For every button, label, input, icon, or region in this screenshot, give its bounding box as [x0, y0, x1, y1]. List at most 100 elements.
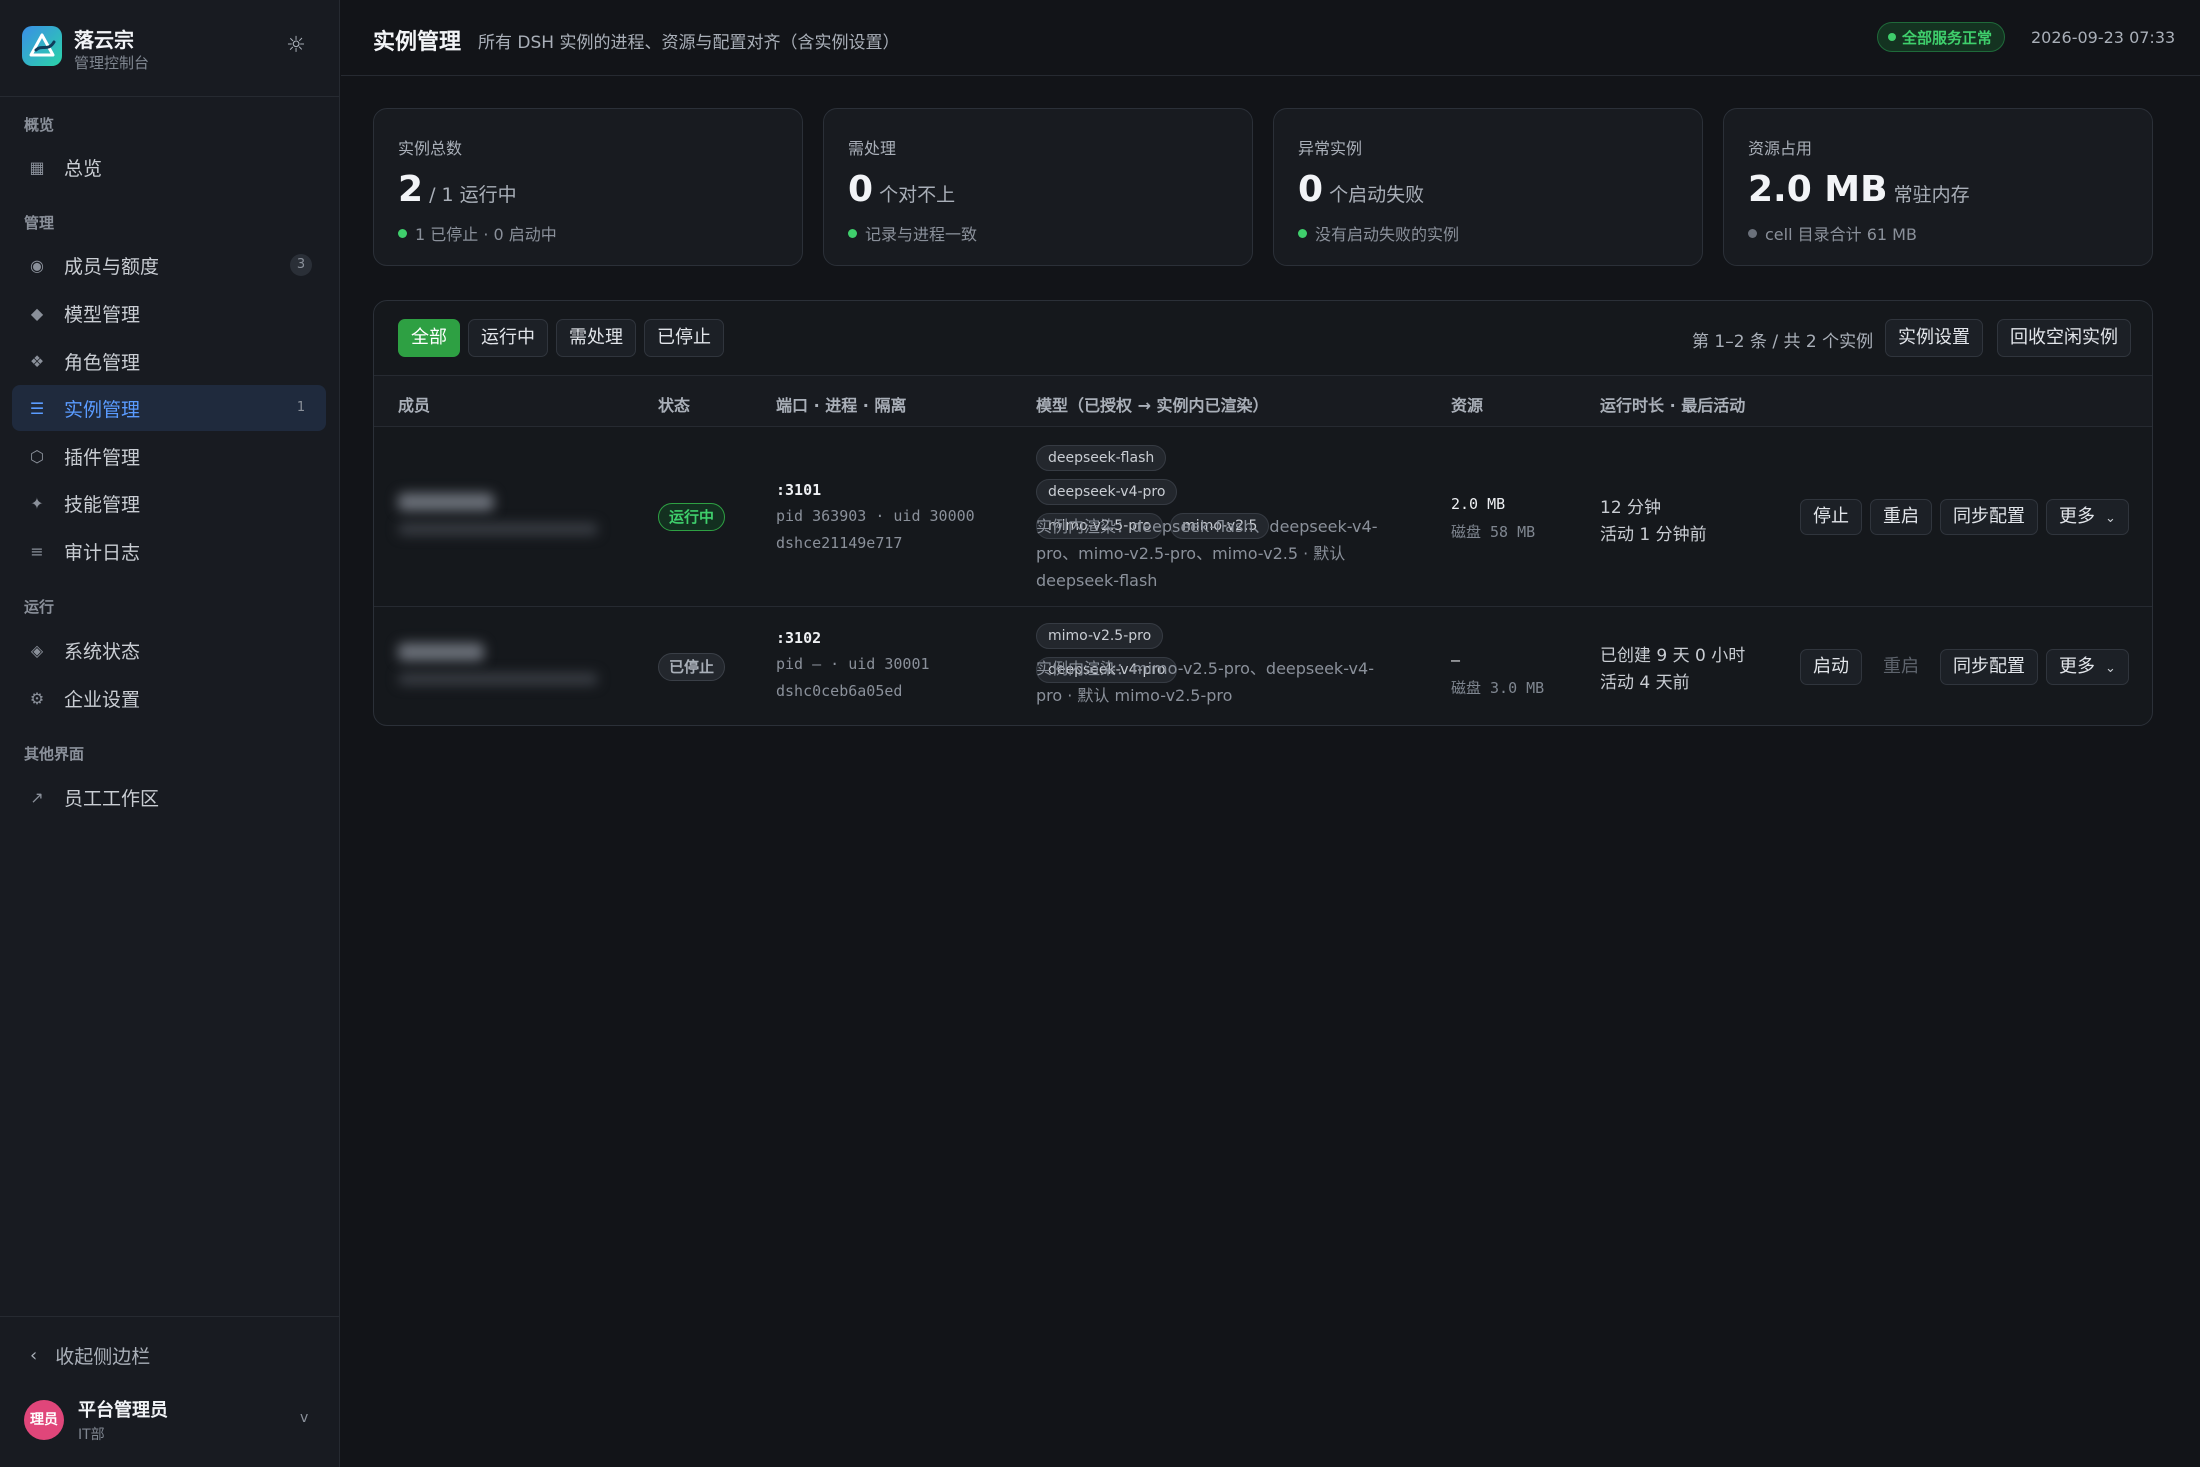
- filter-stopped[interactable]: 已停止: [644, 319, 724, 357]
- filter-running[interactable]: 运行中: [468, 319, 548, 357]
- collapse-sidebar-button[interactable]: ‹ 收起侧边栏: [30, 1342, 150, 1369]
- card-big-number: 2: [398, 169, 424, 210]
- memory-usage: 2.0 MB: [1451, 495, 1506, 513]
- sidebar-item-label: 员工工作区: [64, 787, 160, 810]
- restart-button[interactable]: 重启: [1870, 499, 1932, 535]
- instance-settings-button[interactable]: 实例设置: [1885, 319, 1983, 357]
- reclaim-idle-button[interactable]: 回收空闲实例: [1997, 319, 2131, 357]
- sidebar-bottom-divider: [0, 1316, 340, 1317]
- isolation-id: dshc0ceb6a05ed: [776, 682, 903, 700]
- sidebar-item-label: 企业设置: [64, 688, 141, 711]
- card-label: 需处理: [848, 139, 897, 158]
- status-badge-stopped: 已停止: [658, 653, 726, 681]
- sidebar: 落云宗 管理控制台 ☼ 概览 ▦ 总览 管理 ◉ 成员与额度 3 ◆ 模型管理 …: [0, 0, 340, 1467]
- card-note: 记录与进程一致: [848, 221, 977, 245]
- lines-icon: ≡: [30, 541, 44, 561]
- page-description: 所有 DSH 实例的进程、资源与配置对齐（含实例设置）: [478, 33, 900, 53]
- sidebar-item-plugins[interactable]: ⬡ 插件管理: [12, 433, 326, 479]
- card-unit: 常驻内存: [1893, 184, 1970, 206]
- brand-subtitle: 管理控制台: [74, 54, 150, 72]
- sidebar-item-system-status[interactable]: ◈ 系统状态: [12, 627, 326, 673]
- filter-all[interactable]: 全部: [398, 319, 460, 357]
- user-menu[interactable]: 理员 平台管理员 IT部 v: [24, 1396, 324, 1446]
- card-unit: 个启动失败: [1329, 184, 1425, 206]
- column-header-member: 成员: [398, 396, 431, 415]
- card-note-text: cell 目录合计 61 MB: [1765, 225, 1917, 244]
- status-text: 全部服务正常: [1902, 28, 1993, 47]
- sidebar-item-audit-log[interactable]: ≡ 审计日志: [12, 528, 326, 574]
- brand-logo-icon: [22, 26, 62, 66]
- count-badge: 1: [296, 400, 306, 415]
- hexagon-icon: ⬡: [30, 446, 44, 466]
- sidebar-item-models[interactable]: ◆ 模型管理: [12, 290, 326, 336]
- table-row: 已停止 :3102 pid — · uid 30001 dshc0ceb6a05…: [374, 607, 2152, 725]
- arrow-out-icon: ↗: [30, 787, 44, 807]
- sidebar-item-label: 审计日志: [64, 541, 141, 564]
- card-label: 实例总数: [398, 139, 463, 158]
- memory-usage: —: [1451, 651, 1461, 669]
- sidebar-item-staff-workspace[interactable]: ↗ 员工工作区: [12, 774, 326, 820]
- more-button[interactable]: 更多 ⌄: [2046, 649, 2129, 685]
- start-button[interactable]: 启动: [1800, 649, 1862, 685]
- status-dot-icon: [1888, 33, 1896, 41]
- green-dot-icon: [398, 228, 407, 238]
- brand: 落云宗 管理控制台 ☼: [22, 24, 322, 76]
- card-value: 0 个启动失败: [1298, 169, 1424, 210]
- sync-config-button[interactable]: 同步配置: [1940, 649, 2038, 685]
- card-note-text: 1 已停止 · 0 启动中: [415, 225, 557, 244]
- column-header-models: 模型（已授权 → 实例内已渲染）: [1036, 396, 1269, 415]
- card-note: 没有启动失败的实例: [1298, 221, 1459, 245]
- header-timestamp: 2026-09-23 07:33: [2031, 28, 2176, 47]
- model-tag: mimo-v2.5-pro: [1036, 623, 1164, 649]
- stop-button[interactable]: 停止: [1800, 499, 1862, 535]
- sidebar-item-label: 总览: [64, 157, 103, 180]
- sync-config-button[interactable]: 同步配置: [1940, 499, 2038, 535]
- sidebar-item-instances[interactable]: ☰ 实例管理 1: [12, 385, 326, 431]
- filter-tabs: 全部 运行中 需处理 已停止: [398, 319, 732, 357]
- disk-usage: 磁盘 3.0 MB: [1451, 679, 1545, 697]
- instance-port: :3101: [776, 481, 822, 499]
- created-time: 已创建 9 天 0 小时: [1600, 646, 1746, 666]
- filter-needs-action[interactable]: 需处理: [556, 319, 636, 357]
- column-header-status: 状态: [658, 396, 691, 415]
- table-header: 成员 状态 端口 · 进程 · 隔离 模型（已授权 → 实例内已渲染） 资源 运…: [374, 375, 2152, 427]
- instance-port: :3102: [776, 629, 822, 647]
- section-title-runtime: 运行: [24, 598, 55, 616]
- sidebar-item-label: 系统状态: [64, 640, 141, 663]
- table-row: 运行中 :3101 pid 363903 · uid 30000 dshce21…: [374, 427, 2152, 607]
- sun-gear-icon[interactable]: ☼: [284, 34, 308, 58]
- card-note: cell 目录合计 61 MB: [1748, 221, 1917, 245]
- collapse-label: 收起侧边栏: [55, 1346, 151, 1368]
- sidebar-item-enterprise-settings[interactable]: ⚙ 企业设置: [12, 675, 326, 721]
- sidebar-item-roles[interactable]: ❖ 角色管理: [12, 338, 326, 384]
- sidebar-item-label: 模型管理: [64, 303, 141, 326]
- sidebar-item-members[interactable]: ◉ 成员与额度 3: [12, 242, 326, 288]
- sidebar-item-label: 成员与额度: [64, 255, 160, 278]
- gear-icon: ⚙: [29, 688, 45, 708]
- card-note-text: 没有启动失败的实例: [1315, 225, 1460, 244]
- more-label: 更多: [2059, 656, 2095, 677]
- stat-card-abnormal: 异常实例 0 个启动失败 没有启动失败的实例: [1273, 108, 1703, 266]
- list-icon: ☰: [29, 398, 45, 418]
- restart-button-disabled: 重启: [1883, 656, 1919, 677]
- more-button[interactable]: 更多 ⌄: [2046, 499, 2129, 535]
- section-title-other: 其他界面: [24, 745, 85, 763]
- chevron-left-icon: ‹: [30, 1345, 38, 1366]
- sidebar-item-overview[interactable]: ▦ 总览: [12, 144, 326, 190]
- card-value: 2 / 1 运行中: [398, 169, 517, 210]
- row-actions: 停止 重启 同步配置 更多 ⌄: [1800, 499, 2137, 535]
- chevron-down-icon: ⌄: [2105, 661, 2116, 676]
- four-diamonds-icon: ❖: [29, 351, 45, 371]
- user-dept: IT部: [78, 1427, 105, 1443]
- sparkle-icon: ✦: [30, 493, 44, 513]
- member-sub-redacted: [398, 673, 598, 685]
- sidebar-item-skills[interactable]: ✦ 技能管理: [12, 480, 326, 526]
- chevron-down-icon: v: [300, 1410, 309, 1426]
- green-dot-icon: [1298, 228, 1307, 238]
- instances-panel: 全部 运行中 需处理 已停止 第 1–2 条 / 共 2 个实例 实例设置 回收…: [373, 300, 2153, 726]
- process-info: pid 363903 · uid 30000: [776, 507, 975, 525]
- rendered-models: 实例内渲染：deepseek-flash、deepseek-v4-pro、mim…: [1036, 517, 1378, 590]
- column-header-uptime: 运行时长 · 最后活动: [1600, 396, 1746, 415]
- card-label: 异常实例: [1298, 139, 1363, 158]
- card-big-number: 0: [848, 169, 874, 210]
